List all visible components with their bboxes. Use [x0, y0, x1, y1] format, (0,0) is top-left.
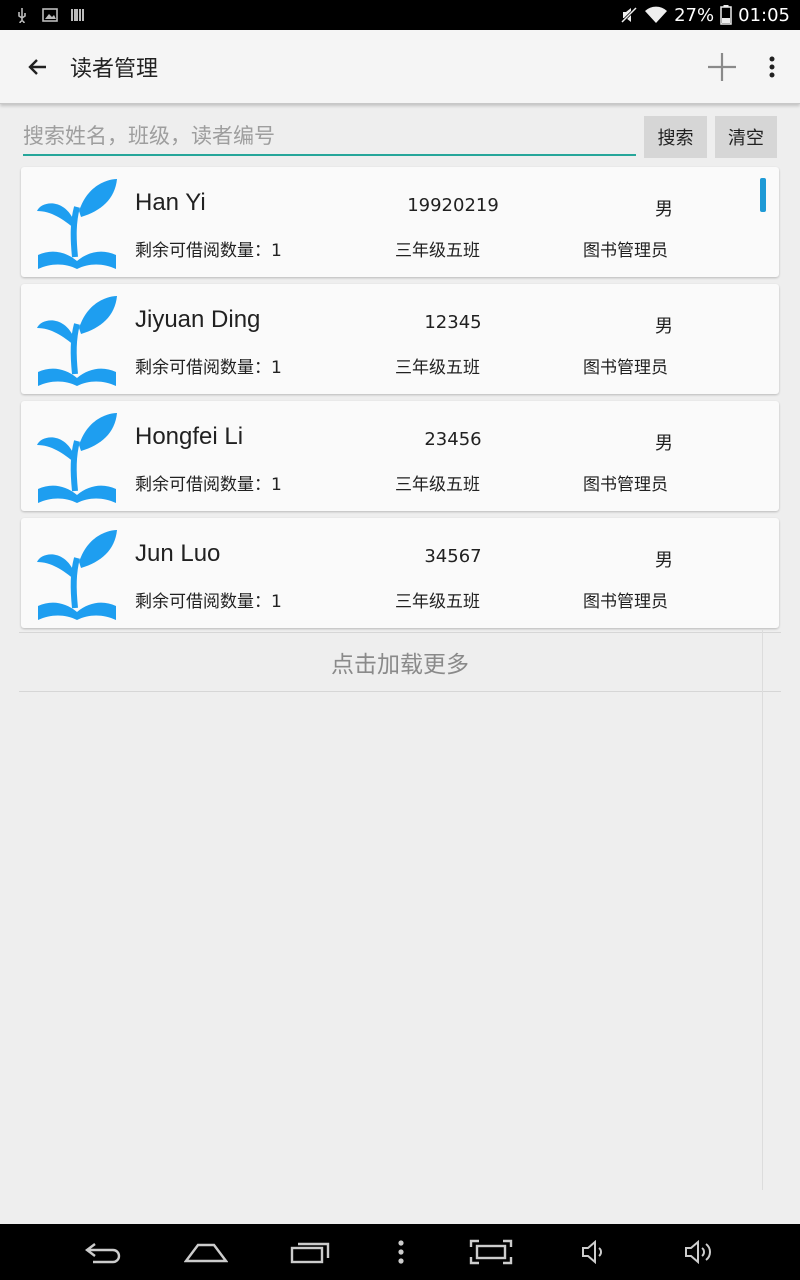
- home-icon: [184, 1243, 228, 1263]
- add-icon: [708, 52, 736, 81]
- nav-back-button[interactable]: [80, 1232, 126, 1272]
- mute-icon: [621, 6, 638, 24]
- remaining-borrow-count: 剩余可借阅数量：1: [135, 592, 282, 612]
- battery-icon: [720, 5, 732, 25]
- nav-volume-down-button[interactable]: [578, 1232, 608, 1272]
- reader-logo-icon: [37, 296, 117, 386]
- nav-volume-up-button[interactable]: [682, 1232, 714, 1272]
- overflow-menu-button[interactable]: [752, 37, 792, 97]
- clear-button[interactable]: 清空: [715, 116, 777, 158]
- reader-gender: 男: [655, 433, 673, 454]
- remaining-borrow-count: 剩余可借阅数量：1: [135, 241, 282, 261]
- reader-class: 三年级五班: [395, 358, 480, 378]
- reader-name: Jun Luo: [135, 540, 221, 567]
- remaining-borrow-count: 剩余可借阅数量：1: [135, 358, 282, 378]
- search-button[interactable]: 搜索: [644, 116, 707, 158]
- menu-dots-icon: [398, 1240, 404, 1264]
- reader-gender: 男: [655, 316, 673, 337]
- reader-name: Han Yi: [135, 189, 206, 216]
- reader-class: 三年级五班: [395, 475, 480, 495]
- navigation-bar: [0, 1224, 800, 1280]
- nav-home-button[interactable]: [182, 1232, 230, 1272]
- image-icon: [42, 8, 58, 22]
- reader-class: 三年级五班: [395, 592, 480, 612]
- reader-card[interactable]: Han Yi 19920219 男 剩余可借阅数量：1 三年级五班 图书管理员: [21, 167, 779, 277]
- search-bar: 搜索 清空: [0, 112, 800, 162]
- nav-menu-button[interactable]: [391, 1232, 411, 1272]
- reader-id: 12345: [424, 312, 482, 333]
- status-bar: 27% 01:05: [0, 0, 800, 30]
- reader-name: Hongfei Li: [135, 423, 244, 450]
- app-bar: 读者管理: [0, 30, 800, 104]
- nav-screenshot-button[interactable]: [468, 1232, 514, 1272]
- divider: [762, 630, 763, 1190]
- reader-role: 图书管理员: [583, 358, 668, 378]
- reader-gender: 男: [655, 199, 673, 220]
- wifi-icon: [645, 6, 668, 23]
- reader-name: Jiyuan Ding: [135, 306, 261, 333]
- add-reader-button[interactable]: [692, 37, 752, 97]
- back-arrow-icon: [28, 58, 46, 75]
- reader-role: 图书管理员: [583, 241, 668, 261]
- scroll-indicator[interactable]: [760, 178, 766, 212]
- reader-logo-icon: [37, 530, 117, 620]
- reader-card[interactable]: Jiyuan Ding 12345 男 剩余可借阅数量：1 三年级五班 图书管理…: [21, 284, 779, 394]
- screenshot-icon: [469, 1239, 513, 1265]
- barcode-icon: [71, 9, 84, 21]
- back-button[interactable]: [10, 39, 66, 95]
- reader-role: 图书管理员: [583, 475, 668, 495]
- reader-card[interactable]: Hongfei Li 23456 男 剩余可借阅数量：1 三年级五班 图书管理员: [21, 401, 779, 511]
- remaining-borrow-count: 剩余可借阅数量：1: [135, 475, 282, 495]
- reader-card[interactable]: Jun Luo 34567 男 剩余可借阅数量：1 三年级五班 图书管理员: [21, 518, 779, 628]
- back-icon: [85, 1243, 121, 1264]
- search-input[interactable]: [23, 118, 636, 156]
- reader-logo-icon: [37, 413, 117, 503]
- reader-class: 三年级五班: [395, 241, 480, 261]
- reader-id: 19920219: [407, 195, 499, 216]
- reader-logo-icon: [37, 179, 117, 269]
- clock: 01:05: [738, 4, 790, 26]
- reader-gender: 男: [655, 550, 673, 571]
- reader-role: 图书管理员: [583, 592, 668, 612]
- nav-recents-button[interactable]: [287, 1232, 333, 1272]
- reader-id: 23456: [424, 429, 482, 450]
- reader-id: 34567: [424, 546, 482, 567]
- recents-icon: [290, 1242, 330, 1264]
- volume-up-icon: [685, 1240, 711, 1264]
- volume-down-icon: [582, 1240, 602, 1264]
- usb-icon: [18, 8, 26, 23]
- battery-percent: 27%: [674, 4, 715, 26]
- more-vert-icon: [769, 56, 775, 77]
- load-more-button[interactable]: 点击加载更多: [19, 632, 781, 692]
- page-title: 读者管理: [70, 56, 159, 82]
